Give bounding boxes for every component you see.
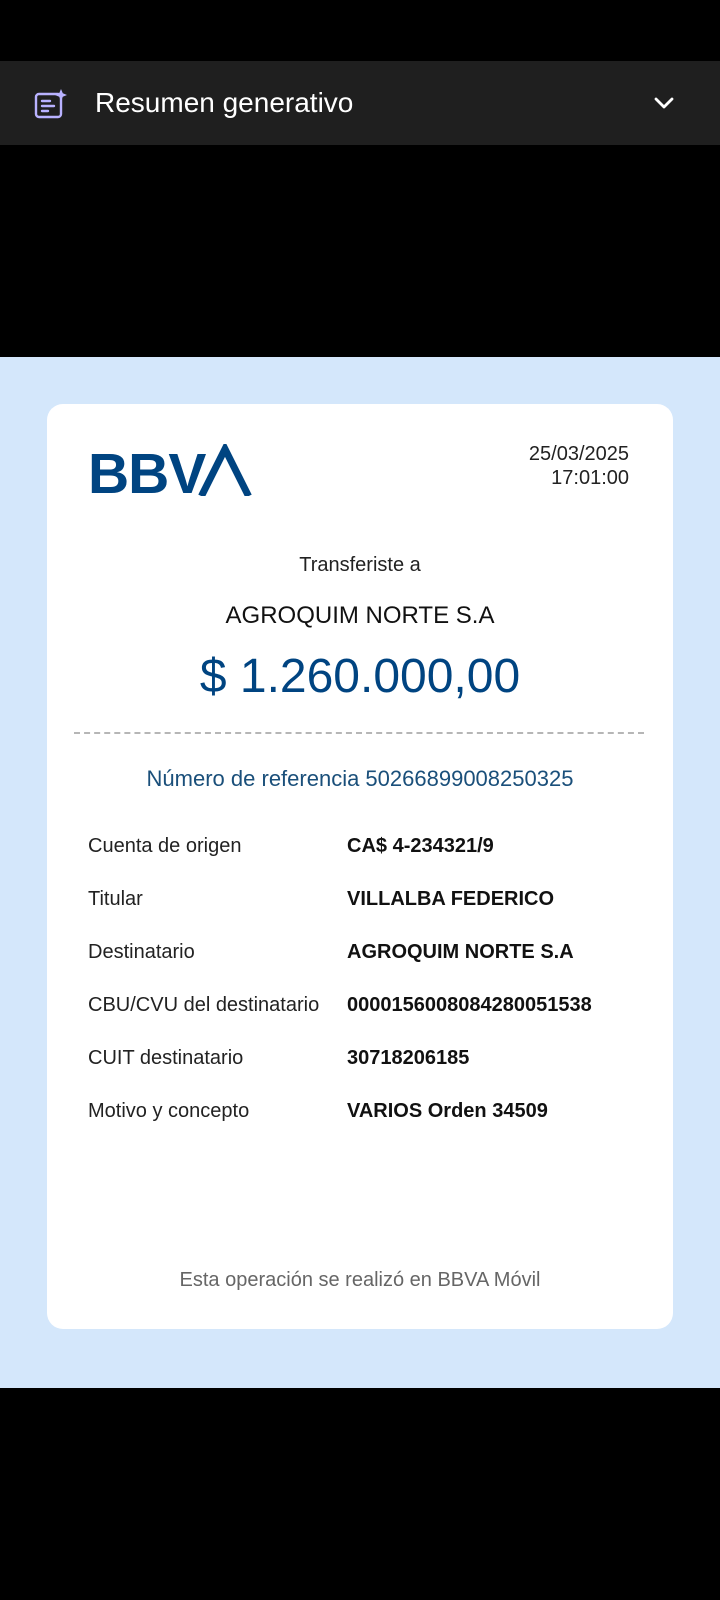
receipt-frame: BBV 25/03/2025 17:01:00 Transferiste a A…: [0, 357, 720, 1388]
detail-row-cbu-cvu: CBU/CVU del destinatario 000015600808428…: [88, 990, 648, 1043]
ai-summary-icon: [34, 89, 67, 119]
detail-label: CUIT destinatario: [88, 1047, 244, 1069]
operation-footer-note: Esta operación se realizó en BBVA Móvil: [179, 1269, 541, 1291]
transfer-receipt-card: BBV 25/03/2025 17:01:00 Transferiste a A…: [47, 404, 673, 1329]
detail-value: VARIOS Orden 34509: [347, 1100, 548, 1122]
detail-row-recipient: Destinatario AGROQUIM NORTE S.A: [88, 937, 648, 990]
detail-label: CBU/CVU del destinatario: [88, 994, 320, 1016]
bbva-logo: BBV: [88, 444, 252, 496]
detail-label: Destinatario: [88, 941, 195, 963]
detail-row-reason: Motivo y concepto VARIOS Orden 34509: [88, 1096, 648, 1149]
reference-number: Número de referencia 50266899008250325: [146, 766, 574, 791]
screen: Resumen generativo BBV 25/03/2025 17:01:…: [0, 0, 720, 1600]
detail-value: 0000156008084280051538: [347, 994, 592, 1016]
detail-value: VILLALBA FEDERICO: [347, 888, 555, 910]
dashed-divider: [74, 732, 644, 734]
transaction-time: 17:01:00: [551, 467, 629, 489]
detail-label: Cuenta de origen: [88, 835, 242, 857]
detail-row-origin-account: Cuenta de origen CA$ 4-234321/9: [88, 831, 648, 884]
detail-label: Titular: [88, 888, 143, 910]
detail-label: Motivo y concepto: [88, 1100, 250, 1122]
detail-row-holder: Titular VILLALBA FEDERICO: [88, 884, 648, 937]
transaction-datetime: 25/03/2025 17:01:00: [529, 442, 629, 490]
detail-row-cuit: CUIT destinatario 30718206185: [88, 1043, 648, 1096]
transfer-label: Transferiste a: [299, 554, 421, 576]
transfer-amount: $ 1.260.000,00: [199, 650, 521, 703]
detail-value: 30718206185: [347, 1047, 470, 1069]
transfer-details: Cuenta de origen CA$ 4-234321/9 Titular …: [88, 831, 648, 1149]
recipient-name: AGROQUIM NORTE S.A: [225, 602, 495, 629]
chevron-down-icon[interactable]: [652, 91, 676, 115]
svg-text:BBV: BBV: [88, 444, 206, 496]
summary-title: Resumen generativo: [95, 87, 354, 118]
generative-summary-bar[interactable]: Resumen generativo: [0, 61, 720, 145]
detail-value: AGROQUIM NORTE S.A: [347, 941, 574, 963]
detail-value: CA$ 4-234321/9: [347, 835, 494, 857]
transaction-date: 25/03/2025: [528, 443, 629, 465]
